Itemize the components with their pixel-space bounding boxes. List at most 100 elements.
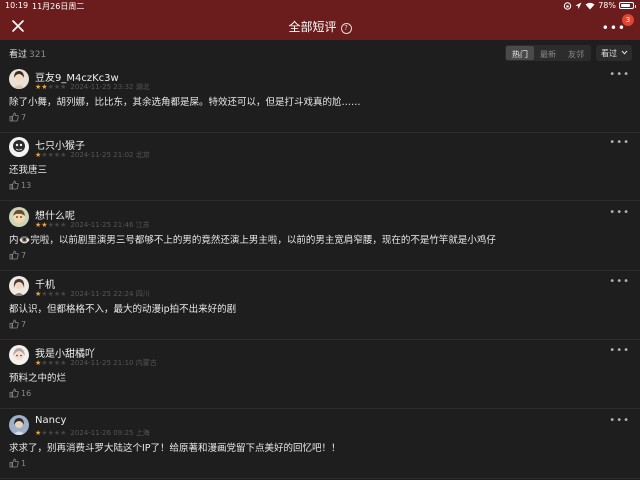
more-options-icon[interactable]: ••• — [609, 137, 630, 148]
avatar[interactable] — [9, 207, 29, 227]
review-meta: ★ ★ ★ ★ ★ 2024-11-26 09:25 上海 — [35, 428, 150, 438]
more-options-icon[interactable]: ••• — [609, 276, 630, 287]
review-time: 2024-11-25 21:46 — [70, 221, 134, 229]
review-text: 预料之中的烂 — [9, 373, 67, 384]
more-options-icon[interactable]: ••• — [609, 345, 630, 356]
review-text: 除了小舞，胡列娜，比比东，其余选角都是屎。特效还可以，但是打斗戏真的尬…… — [9, 97, 361, 108]
avatar[interactable] — [9, 345, 29, 365]
review-text: 都认识，但都格格不入，最大的动漫ip拍不出来好的剧 — [9, 304, 237, 315]
status-indicators: 78% — [563, 1, 636, 10]
watched-filter-label: 看过 — [601, 49, 617, 58]
page-title-text: 全部短评 — [288, 20, 337, 34]
sort-tabs: 热门 最新 友邻 — [505, 45, 591, 61]
avatar[interactable] — [9, 69, 29, 89]
star-icon: ★ — [60, 289, 67, 298]
filter-bar: 看过 321 热门 最新 友邻 看过 — [0, 40, 640, 67]
like-button[interactable]: 13 — [9, 180, 31, 190]
thumbs-up-icon — [9, 388, 19, 398]
review-meta: ★ ★ ★ ★ ★ 2024-11-25 21:46 江苏 — [35, 220, 150, 230]
avatar[interactable] — [9, 415, 29, 435]
tab-friends[interactable]: 友邻 — [562, 46, 590, 60]
thumbs-up-icon — [9, 180, 19, 190]
review-time: 2024-11-25 21:10 — [70, 359, 134, 367]
thumbs-up-icon — [9, 112, 19, 122]
star-icon: ★ — [60, 428, 67, 437]
like-button[interactable]: 7 — [9, 112, 26, 122]
review-card: 我是小甜橘吖 ★ ★ ★ ★ ★ 2024-11-25 21:10 内蒙古 ••• 预料… — [0, 343, 640, 409]
star-icon: ★ — [60, 358, 67, 367]
status-date: 11月26日周二 — [32, 2, 85, 11]
more-options-icon[interactable]: ••• — [609, 415, 630, 426]
help-icon[interactable]: ? — [340, 23, 352, 34]
like-button[interactable]: 7 — [9, 319, 26, 329]
review-meta: ★ ★ ★ ★ ★ 2024-11-25 22:24 四川 — [35, 289, 150, 299]
review-text: 还我唐三 — [9, 165, 48, 176]
review-card: 豆友9_M4czKc3w ★ ★ ★ ★ ★ 2024-11-25 23:32 湖北 •… — [0, 67, 640, 133]
wifi-icon — [585, 2, 595, 9]
review-count-label: 看过 — [9, 50, 28, 60]
like-count: 16 — [21, 388, 32, 398]
review-location: 湖北 — [135, 83, 150, 91]
watched-filter-dropdown[interactable]: 看过 — [596, 45, 632, 61]
top-bar: 全部短评? ••• 3 — [0, 12, 640, 40]
rating-stars: ★ ★ ★ ★ ★ — [35, 289, 67, 298]
review-list: 豆友9_M4czKc3w ★ ★ ★ ★ ★ 2024-11-25 23:32 湖北 •… — [0, 67, 640, 480]
like-button[interactable]: 7 — [9, 250, 26, 260]
review-location: 上海 — [135, 429, 150, 437]
thumbs-up-icon — [9, 250, 19, 260]
battery-percent: 78% — [598, 1, 616, 10]
rating-stars: ★ ★ ★ ★ ★ — [35, 428, 67, 437]
review-meta: ★ ★ ★ ★ ★ 2024-11-25 21:02 北京 — [35, 150, 150, 160]
like-count: 13 — [21, 180, 32, 190]
rating-stars: ★ ★ ★ ★ ★ — [35, 150, 67, 159]
chevron-down-icon — [621, 50, 628, 55]
star-icon: ★ — [60, 150, 67, 159]
username[interactable]: Nancy — [35, 415, 66, 426]
review-location: 四川 — [135, 290, 150, 298]
rating-stars: ★ ★ ★ ★ ★ — [35, 358, 67, 367]
like-button[interactable]: 16 — [9, 388, 31, 398]
review-time: 2024-11-25 23:32 — [70, 83, 134, 91]
notification-badge: 3 — [622, 14, 634, 26]
star-icon: ★ — [60, 82, 67, 91]
review-meta: ★ ★ ★ ★ ★ 2024-11-25 21:10 内蒙古 — [35, 358, 157, 368]
review-text: 内👁️完啦，以前剧里演男三号都够不上的男的竟然还演上男主啦，以前的男主宽肩窄腰，… — [9, 235, 496, 246]
review-time: 2024-11-25 21:02 — [70, 151, 134, 159]
location-icon — [575, 2, 582, 9]
like-button[interactable]: 1 — [9, 458, 26, 468]
like-count: 7 — [21, 250, 27, 260]
review-card: 想什么呢 ★ ★ ★ ★ ★ 2024-11-25 21:46 江苏 ••• 内👁️完啦… — [0, 205, 640, 271]
page-title: 全部短评? — [0, 18, 640, 35]
like-count: 7 — [21, 112, 27, 122]
review-count-number: 321 — [29, 50, 47, 60]
star-icon: ★ — [60, 220, 67, 229]
like-count: 7 — [21, 319, 27, 329]
like-count: 1 — [21, 458, 27, 468]
thumbs-up-icon — [9, 319, 19, 329]
battery-fill — [621, 4, 630, 7]
thumbs-up-icon — [9, 458, 19, 468]
review-time: 2024-11-25 22:24 — [70, 290, 134, 298]
review-card: Nancy ★ ★ ★ ★ ★ 2024-11-26 09:25 上海 ••• 求求了，… — [0, 413, 640, 479]
review-text: 求求了，别再消费斗罗大陆这个IP了！给原著和漫画党留下点美好的回忆吧！！ — [9, 443, 341, 454]
review-meta: ★ ★ ★ ★ ★ 2024-11-25 23:32 湖北 — [35, 82, 150, 92]
tab-latest[interactable]: 最新 — [534, 46, 562, 60]
battery-icon — [619, 2, 636, 9]
review-time: 2024-11-26 09:25 — [70, 429, 134, 437]
more-options-icon[interactable]: ••• — [609, 69, 630, 80]
tab-hot[interactable]: 热门 — [506, 46, 534, 60]
screen-rotation-lock-icon — [564, 1, 572, 10]
review-card: 千机 ★ ★ ★ ★ ★ 2024-11-25 22:24 四川 ••• 都认识，但都格… — [0, 274, 640, 340]
rating-stars: ★ ★ ★ ★ ★ — [35, 220, 67, 229]
avatar[interactable] — [9, 276, 29, 296]
avatar[interactable] — [9, 137, 29, 157]
review-location: 内蒙古 — [135, 359, 157, 367]
review-location: 江苏 — [135, 221, 150, 229]
status-bar: 10:19 11月26日周二 78% — [0, 0, 640, 12]
rating-stars: ★ ★ ★ ★ ★ — [35, 82, 67, 91]
more-options-icon[interactable]: ••• — [609, 207, 630, 218]
review-card: 七只小猴子 ★ ★ ★ ★ ★ 2024-11-25 21:02 北京 ••• 还我唐三… — [0, 135, 640, 201]
review-count: 看过 321 — [9, 47, 46, 60]
status-time: 10:19 — [5, 1, 29, 10]
review-location: 北京 — [135, 151, 150, 159]
